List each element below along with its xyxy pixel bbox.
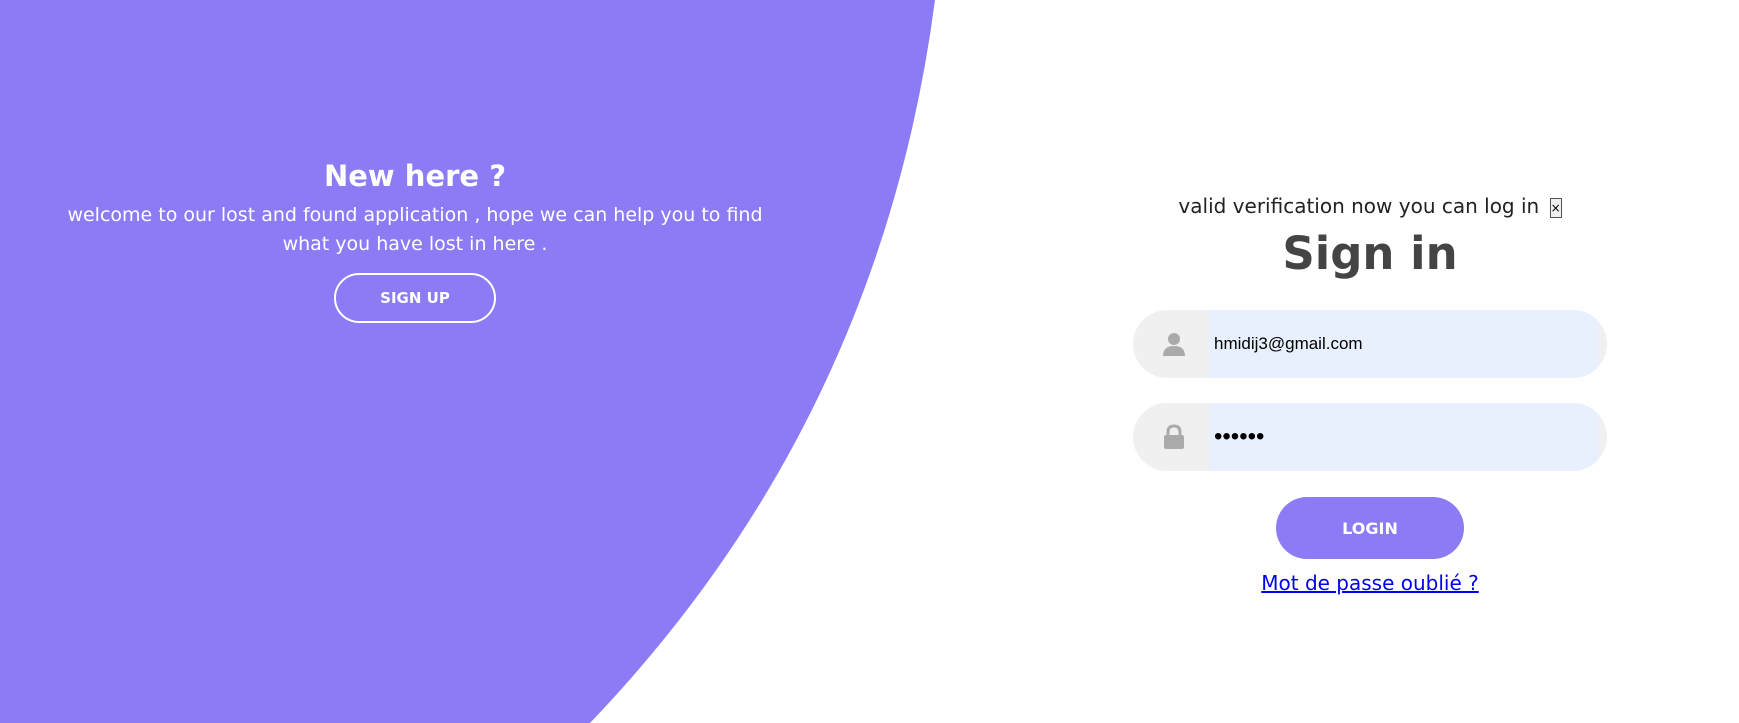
email-input[interactable] [1209,310,1599,378]
password-field [1133,403,1607,471]
signup-panel-description: welcome to our lost and found applicatio… [67,204,763,255]
user-icon [1163,333,1185,356]
password-input[interactable] [1209,403,1599,471]
sign-in-form: valid verification now you can log in × … [1110,190,1630,595]
signup-panel: New here ? welcome to our lost and found… [60,155,770,323]
sign-in-title: Sign in [1282,227,1458,280]
email-field [1133,310,1607,378]
sign-up-button[interactable]: SIGN UP [334,273,496,323]
verification-alert: valid verification now you can log in × [1110,190,1630,222]
lock-icon [1164,424,1184,449]
forgot-password-link[interactable]: Mot de passe oublié ? [1261,571,1479,595]
signup-panel-title: New here ? [323,159,507,193]
login-page: New here ? welcome to our lost and found… [0,0,1739,723]
alert-close-button[interactable]: × [1549,197,1562,218]
login-button[interactable]: LOGIN [1276,497,1464,559]
verification-alert-text: valid verification now you can log in [1178,194,1540,218]
